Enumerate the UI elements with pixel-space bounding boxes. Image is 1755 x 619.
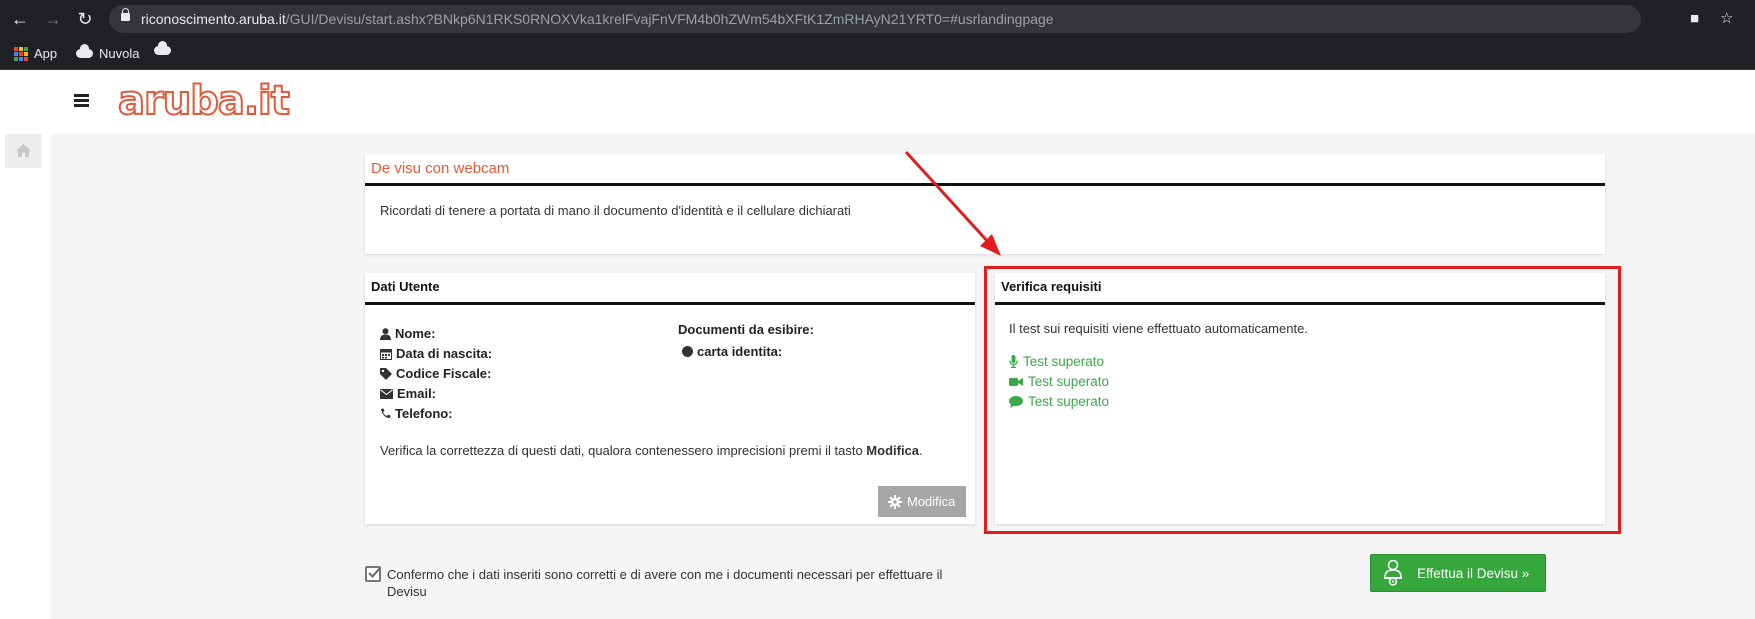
confirm-checkbox[interactable] bbox=[365, 566, 381, 582]
start-devisu-button[interactable]: Effettua il Devisu » bbox=[1370, 554, 1546, 592]
person-webcam-icon bbox=[1384, 560, 1402, 586]
confirm-text: Confermo che i dati inseriti sono corret… bbox=[387, 567, 943, 599]
start-devisu-label: Effettua il Devisu » bbox=[1417, 565, 1530, 581]
annotation-arrow bbox=[904, 150, 1001, 256]
checkmark-icon bbox=[368, 567, 381, 578]
